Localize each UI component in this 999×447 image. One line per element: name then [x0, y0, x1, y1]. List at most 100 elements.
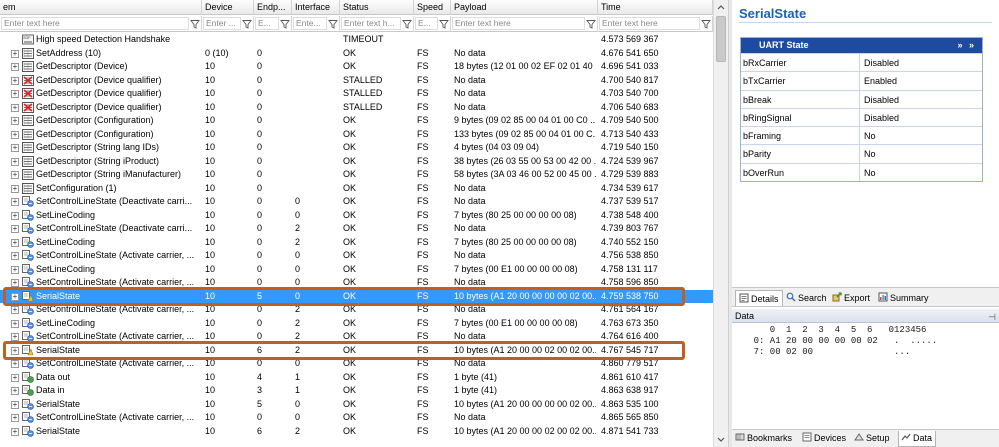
expand-toggle-icon[interactable]: +	[11, 427, 19, 436]
expand-toggle-icon[interactable]: +	[11, 225, 19, 233]
expand-toggle-icon[interactable]: +	[11, 49, 19, 58]
expand-toggle-icon[interactable]: +	[11, 171, 19, 179]
table-row[interactable]: + GetDescriptor (String iProduct) 10 0 OK FS 3…	[0, 155, 713, 169]
uart-field-row[interactable]: bFraming No	[741, 126, 982, 145]
scroll-thumb[interactable]	[716, 16, 726, 62]
filter-input-status[interactable]: Enter text h...	[341, 17, 401, 30]
table-row[interactable]: + Data in 10 3 1 OK FS 1 byte (41) 4.863 638 917	[0, 384, 713, 398]
expand-toggle-icon[interactable]: +	[11, 144, 19, 152]
filter-funnel-icon[interactable]	[190, 19, 200, 29]
collapse-chevron-icon[interactable]: » »	[957, 38, 976, 53]
uart-field-row[interactable]: bTxCarrier Enabled	[741, 71, 982, 90]
tab-setup[interactable]: Setup	[854, 431, 896, 447]
expand-toggle-icon[interactable]: +	[11, 333, 19, 341]
column-header-item[interactable]: em	[0, 0, 202, 15]
expand-toggle-icon[interactable]: +	[11, 306, 19, 314]
uart-field-row[interactable]: bRingSignal Disabled	[741, 107, 982, 127]
table-vertical-scrollbar[interactable]	[713, 0, 728, 447]
expand-toggle-icon[interactable]: +	[11, 238, 19, 247]
column-header-interface[interactable]: Interface	[292, 0, 340, 15]
table-row[interactable]: + GetDescriptor (Device) 10 0 OK FS 18 bytes (…	[0, 60, 713, 74]
filter-funnel-icon[interactable]	[280, 19, 290, 29]
tab-export[interactable]: Export	[832, 290, 876, 306]
column-header-device[interactable]: Device	[202, 0, 254, 15]
expand-toggle-icon[interactable]: +	[11, 130, 19, 139]
expand-toggle-icon[interactable]: +	[11, 157, 19, 166]
column-header-time[interactable]: Time	[598, 0, 713, 15]
expand-toggle-icon[interactable]: +	[11, 373, 19, 382]
filter-input-payload[interactable]: Enter text here	[452, 17, 585, 30]
filter-funnel-icon[interactable]	[701, 19, 711, 29]
expand-toggle-icon[interactable]: +	[11, 184, 19, 193]
table-row[interactable]: + SetLineCoding 10 0 2 OK FS 7 bytes (80 25 00 …	[0, 236, 713, 250]
filter-funnel-icon[interactable]	[242, 19, 252, 29]
filter-funnel-icon[interactable]	[328, 19, 338, 29]
filter-funnel-icon[interactable]	[586, 19, 596, 29]
table-row[interactable]: + GetDescriptor (String iManufacturer) 10 0…	[0, 168, 713, 182]
filter-funnel-icon[interactable]	[402, 19, 412, 29]
uart-field-row[interactable]: bBreak Disabled	[741, 89, 982, 108]
table-row[interactable]: SOF High speed Detection Handshake TIMEOUT…	[0, 33, 713, 47]
table-row[interactable]: + GetDescriptor (Device qualifier) 10 0 STAL…	[0, 74, 713, 88]
column-header-status[interactable]: Status	[340, 0, 414, 15]
expand-toggle-icon[interactable]: +	[11, 387, 19, 395]
table-row[interactable]: + SetLineCoding 10 0 0 OK FS 7 bytes (80 25 00 …	[0, 209, 713, 223]
expand-toggle-icon[interactable]: +	[11, 252, 19, 260]
expand-toggle-icon[interactable]: +	[11, 63, 19, 71]
column-header-endpoint[interactable]: Endp...	[254, 0, 292, 15]
expand-toggle-icon[interactable]: +	[11, 198, 19, 206]
table-row[interactable]: + SetConfiguration (1) 10 0 OK FS No data 4.734…	[0, 182, 713, 196]
scroll-up-button[interactable]	[714, 0, 728, 15]
table-row[interactable]: + SetAddress (10) 0 (10) 0 OK FS No data 4.676 …	[0, 47, 713, 61]
filter-input-device[interactable]: Enter ...	[203, 17, 241, 30]
table-row[interactable]: + GetDescriptor (Configuration) 10 0 OK FS 133…	[0, 128, 713, 142]
expand-toggle-icon[interactable]: +	[11, 76, 19, 85]
tab-details[interactable]: Details	[735, 290, 783, 306]
expand-toggle-icon[interactable]: +	[11, 103, 19, 112]
scroll-down-button[interactable]	[714, 432, 728, 447]
table-row[interactable]: + SetControlLineState (Deactivate carri..…	[0, 222, 713, 236]
tab-bookmarks[interactable]: Bookmarks	[735, 431, 799, 447]
cell-time: 4.861 610 417	[601, 371, 659, 382]
column-header-payload[interactable]: Payload	[451, 0, 598, 15]
column-header-speed[interactable]: Speed	[414, 0, 451, 15]
pin-icon[interactable]: ⊣	[988, 310, 996, 324]
uart-field-row[interactable]: bParity No	[741, 144, 982, 163]
table-row[interactable]: + SetControlLineState (Activate carrier, …	[0, 249, 713, 263]
expand-toggle-icon[interactable]: +	[11, 360, 19, 368]
expand-toggle-icon[interactable]: +	[11, 90, 19, 98]
table-row[interactable]: + SerialState 10 6 2 OK FS 10 bytes (A1 20 00 0…	[0, 425, 713, 439]
expand-toggle-icon[interactable]: +	[11, 319, 19, 328]
expand-toggle-icon[interactable]: +	[11, 414, 19, 422]
tab-devices[interactable]: Devices	[802, 431, 852, 447]
table-row[interactable]: + SetLineCoding 10 0 2 OK FS 7 bytes (00 E1 00 …	[0, 317, 713, 331]
table-row[interactable]: + SetControlLineState (Activate carrier, …	[0, 411, 713, 425]
expand-toggle-icon[interactable]: +	[11, 265, 19, 274]
expand-toggle-icon[interactable]: +	[11, 400, 19, 409]
filter-input-speed[interactable]: E...	[415, 17, 438, 30]
filter-input-time[interactable]: Enter text here	[599, 17, 700, 30]
filter-funnel-icon[interactable]	[439, 19, 449, 29]
tab-summary[interactable]: Summary	[878, 290, 938, 306]
expand-toggle-icon[interactable]: +	[11, 211, 19, 220]
table-row[interactable]: + GetDescriptor (String lang IDs) 10 0 OK FS 4…	[0, 141, 713, 155]
table-row[interactable]: + SetLineCoding 10 0 0 OK FS 7 bytes (00 E1 00 …	[0, 263, 713, 277]
table-row[interactable]: + SerialState 10 5 0 OK FS 10 bytes (A1 20 00 0…	[0, 398, 713, 412]
uart-field-row[interactable]: bOverRun No	[741, 162, 982, 182]
uart-field-row[interactable]: bRxCarrier Disabled	[741, 53, 982, 72]
tab-search[interactable]: Search	[786, 290, 830, 306]
expand-toggle-icon[interactable]: +	[11, 117, 19, 125]
table-row[interactable]: + Data out 10 4 1 OK FS 1 byte (41) 4.861 610 41…	[0, 371, 713, 385]
uart-state-header[interactable]: UART State » »	[741, 38, 982, 53]
expand-toggle-icon[interactable]: +	[11, 279, 19, 287]
cell-status: OK	[343, 236, 357, 247]
hex-dump[interactable]: 0 1 2 3 4 5 6 0123456 0: A1 20 00 00 00 …	[732, 325, 999, 380]
table-row[interactable]: + GetDescriptor (Device qualifier) 10 0 STAL…	[0, 87, 713, 101]
table-row[interactable]: + GetDescriptor (Device qualifier) 10 0 STAL…	[0, 101, 713, 115]
table-row[interactable]: + SetControlLineState (Deactivate carri..…	[0, 195, 713, 209]
filter-input-interface[interactable]: Ente...	[293, 17, 327, 30]
tab-data[interactable]: Data	[898, 431, 936, 447]
table-row[interactable]: + GetDescriptor (Configuration) 10 0 OK FS 9 b…	[0, 114, 713, 128]
filter-input-endpoint[interactable]: E...	[255, 17, 279, 30]
filter-input-item[interactable]: Enter text here	[1, 17, 189, 30]
